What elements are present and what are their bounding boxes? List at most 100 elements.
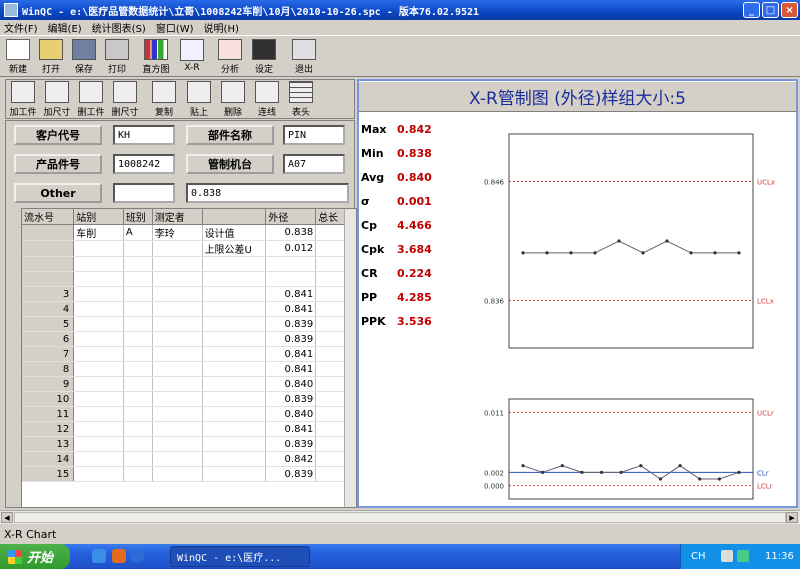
header-button[interactable]: 表头 — [286, 81, 316, 118]
col-item[interactable] — [202, 209, 267, 225]
table-row[interactable]: 10 0.839 — [22, 391, 356, 407]
table-cell[interactable]: 车削 — [73, 224, 124, 241]
table-cell[interactable] — [123, 406, 153, 422]
table-cell[interactable] — [152, 331, 203, 347]
language-indicator[interactable]: CH — [691, 551, 706, 562]
table-row[interactable]: 12 0.841 — [22, 421, 356, 437]
table-cell[interactable] — [202, 436, 267, 452]
tray-keyboard-icon[interactable] — [721, 550, 733, 562]
table-row[interactable] — [22, 271, 356, 287]
col-outer-diameter[interactable]: 外径 — [265, 209, 317, 225]
scroll-thumb[interactable] — [14, 512, 786, 523]
table-cell[interactable]: 0.839 — [265, 391, 317, 407]
table-cell[interactable] — [123, 346, 153, 362]
table-cell[interactable] — [73, 451, 124, 467]
delete-size-button[interactable]: 删尺寸 — [110, 81, 140, 118]
histogram-button[interactable]: 直方图 — [140, 38, 172, 75]
customer-field[interactable]: KH — [113, 125, 175, 145]
table-cell[interactable]: 0.839 — [265, 331, 317, 347]
minimize-button[interactable]: _ — [743, 2, 760, 18]
paste-button[interactable]: 贴上 — [184, 81, 214, 118]
add-part-button[interactable]: 加工件 — [8, 81, 38, 118]
table-cell[interactable] — [73, 376, 124, 392]
copy-button[interactable]: 复制 — [149, 81, 179, 118]
table-row[interactable]: 4 0.841 — [22, 301, 356, 317]
browser-icon[interactable] — [130, 549, 144, 563]
col-station[interactable]: 站别 — [73, 209, 124, 225]
table-cell[interactable] — [202, 346, 267, 362]
delete-button[interactable]: 删除 — [218, 81, 248, 118]
table-cell[interactable]: 0.839 — [265, 436, 317, 452]
table-cell[interactable] — [123, 271, 153, 287]
table-cell[interactable] — [152, 376, 203, 392]
table-cell[interactable] — [73, 466, 124, 482]
table-cell[interactable] — [202, 301, 267, 317]
table-cell[interactable] — [152, 346, 203, 362]
table-cell[interactable] — [123, 316, 153, 332]
table-cell[interactable]: 0.841 — [265, 421, 317, 437]
table-cell[interactable] — [73, 421, 124, 437]
xr-chart-button[interactable]: X-R — [176, 38, 208, 75]
table-row[interactable]: 6 0.839 — [22, 331, 356, 347]
open-button[interactable]: 打开 — [35, 38, 67, 75]
table-row[interactable]: 车削 A 李玲 设计值 0.838 — [22, 224, 356, 241]
show-desktop-icon[interactable] — [92, 549, 106, 563]
table-cell[interactable] — [152, 271, 203, 287]
table-cell[interactable]: 0.840 — [265, 406, 317, 422]
table-cell[interactable] — [123, 451, 153, 467]
save-button[interactable]: 保存 — [68, 38, 100, 75]
table-cell[interactable]: 0.841 — [265, 346, 317, 362]
col-inspector[interactable]: 测定者 — [152, 209, 203, 225]
table-cell[interactable]: 0.839 — [265, 316, 317, 332]
table-cell[interactable] — [152, 240, 203, 257]
table-cell[interactable]: A — [123, 224, 153, 241]
table-cell[interactable] — [152, 286, 203, 302]
table-cell[interactable] — [73, 391, 124, 407]
table-cell[interactable] — [152, 301, 203, 317]
table-cell[interactable]: 上限公差U — [202, 240, 267, 257]
taskbar-winqc-item[interactable]: WinQC - e:\医疗... — [170, 546, 310, 567]
menu-help[interactable]: 说明(H) — [204, 20, 239, 35]
maximize-button[interactable]: □ — [762, 2, 779, 18]
col-serial[interactable]: 流水号 — [22, 209, 75, 225]
table-cell[interactable] — [202, 451, 267, 467]
table-cell[interactable]: 0.841 — [265, 286, 317, 302]
table-cell[interactable] — [202, 421, 267, 437]
table-cell[interactable] — [202, 271, 267, 287]
table-cell[interactable] — [123, 331, 153, 347]
menu-edit[interactable]: 编辑(E) — [48, 20, 82, 35]
table-row[interactable]: 3 0.841 — [22, 286, 356, 302]
table-cell[interactable] — [73, 436, 124, 452]
table-row[interactable]: 11 0.840 — [22, 406, 356, 422]
table-cell[interactable]: 0.841 — [265, 301, 317, 317]
table-cell[interactable] — [152, 391, 203, 407]
table-cell[interactable]: 0.842 — [265, 451, 317, 467]
new-button[interactable]: 新建 — [2, 38, 34, 75]
table-cell[interactable]: 0.839 — [265, 466, 317, 482]
connect-button[interactable]: 连线 — [252, 81, 282, 118]
table-cell[interactable]: 李玲 — [152, 224, 203, 241]
table-cell[interactable] — [202, 286, 267, 302]
table-cell[interactable]: 0.840 — [265, 376, 317, 392]
table-cell[interactable] — [202, 406, 267, 422]
table-cell[interactable] — [73, 256, 124, 272]
other-field[interactable] — [113, 183, 175, 203]
table-cell[interactable] — [73, 361, 124, 377]
table-cell[interactable] — [123, 436, 153, 452]
table-cell[interactable] — [202, 391, 267, 407]
table-row[interactable]: 14 0.842 — [22, 451, 356, 467]
table-cell[interactable] — [123, 301, 153, 317]
table-cell[interactable] — [73, 331, 124, 347]
table-row[interactable] — [22, 256, 356, 272]
scroll-right-arrow[interactable]: ▶ — [786, 512, 798, 523]
table-cell[interactable] — [202, 466, 267, 482]
table-cell[interactable] — [152, 466, 203, 482]
table-cell[interactable] — [73, 406, 124, 422]
table-cell[interactable] — [73, 316, 124, 332]
table-cell[interactable]: 0.841 — [265, 361, 317, 377]
table-cell[interactable]: 0.012 — [265, 240, 317, 257]
table-row[interactable]: 15 0.839 — [22, 466, 356, 482]
table-cell[interactable] — [152, 406, 203, 422]
table-cell[interactable] — [202, 316, 267, 332]
exit-button[interactable]: 退出 — [288, 38, 320, 75]
